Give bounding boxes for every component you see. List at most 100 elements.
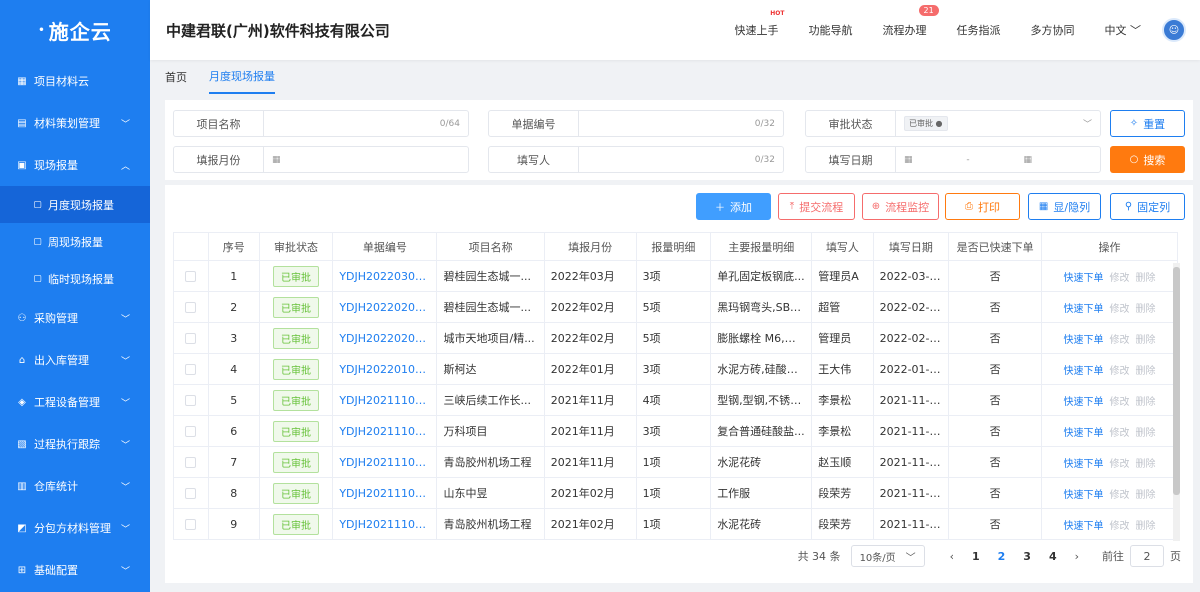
row-select-cell[interactable] [173, 291, 209, 323]
approve-status-select[interactable]: 已审批 ● ﹀ [896, 111, 1100, 136]
edit-link[interactable]: 修改 [1110, 490, 1130, 501]
fill-date-range[interactable]: ▦ - ▦ [896, 147, 1100, 172]
nav-quick-start[interactable]: 快速上手 HOT [735, 10, 785, 38]
row-select-cell[interactable] [173, 477, 209, 509]
delete-link[interactable]: 删除 [1136, 273, 1156, 284]
edit-link[interactable]: 修改 [1110, 335, 1130, 346]
status-chip[interactable]: 已审批 ● [904, 116, 948, 131]
next-page-icon[interactable]: › [1075, 550, 1079, 563]
search-button[interactable]: ○ 搜索 [1110, 146, 1185, 173]
edit-link[interactable]: 修改 [1110, 304, 1130, 315]
doc-no-link[interactable]: YDJH2021110319 [332, 477, 438, 509]
delete-link[interactable]: 删除 [1136, 428, 1156, 439]
doc-no-link[interactable]: YDJH2021110386 [332, 384, 438, 416]
doc-no-link[interactable]: YDJH2021110320 [332, 446, 438, 478]
delete-link[interactable]: 删除 [1136, 490, 1156, 501]
quick-order-link[interactable]: 快速下单 [1064, 366, 1104, 377]
page-number-current[interactable]: 2 [998, 550, 1006, 563]
edit-link[interactable]: 修改 [1110, 521, 1130, 532]
nav-workflow[interactable]: 流程办理 21 [883, 5, 939, 38]
logo[interactable]: • 施企云 [0, 0, 150, 60]
sidebar-item-project-cloud[interactable]: ▦ 项目材料云 [0, 60, 150, 102]
doc-no-link[interactable]: YDJH2021110318 [332, 508, 438, 540]
edit-link[interactable]: 修改 [1110, 428, 1130, 439]
sidebar-subitem-weekly[interactable]: ▢ 周现场报量 [0, 223, 150, 260]
prev-page-icon[interactable]: ‹ [950, 550, 954, 563]
quick-order-link[interactable]: 快速下单 [1064, 459, 1104, 470]
sidebar-subitem-temp[interactable]: ▢ 临时现场报量 [0, 260, 150, 297]
project-name-input[interactable]: 0/64 [264, 111, 468, 136]
language-select[interactable]: 中文 ﹀ [1105, 22, 1142, 38]
sidebar-item-warehouse[interactable]: ▥ 仓库统计 ﹀ [0, 465, 150, 507]
row-checkbox[interactable] [185, 519, 197, 530]
nav-collab[interactable]: 多方协同 [1031, 22, 1075, 38]
row-checkbox[interactable] [185, 488, 197, 499]
scroll-thumb[interactable] [1173, 267, 1180, 495]
row-select-cell[interactable] [173, 260, 209, 292]
quick-order-link[interactable]: 快速下单 [1064, 490, 1104, 501]
edit-link[interactable]: 修改 [1110, 397, 1130, 408]
row-checkbox[interactable] [185, 271, 197, 282]
delete-link[interactable]: 删除 [1136, 304, 1156, 315]
fill-date-field[interactable]: 填写日期 ▦ - ▦ [805, 146, 1101, 173]
tab-monthly-report[interactable]: 月度现场报量 [209, 60, 275, 94]
page-size-select[interactable]: 10条/页 ﹀ [850, 545, 925, 567]
delete-link[interactable]: 删除 [1136, 521, 1156, 532]
sidebar-item-inout[interactable]: ⌂ 出入库管理 ﹀ [0, 339, 150, 381]
doc-no-link[interactable]: YDJH2021110354 [332, 415, 438, 447]
doc-no-link[interactable]: YDJH2022030874 [332, 260, 438, 292]
edit-link[interactable]: 修改 [1110, 273, 1130, 284]
row-select-cell[interactable] [173, 446, 209, 478]
nav-task[interactable]: 任务指派 [957, 22, 1001, 38]
delete-link[interactable]: 删除 [1136, 459, 1156, 470]
table-scrollbar[interactable] [1173, 263, 1180, 541]
report-month-picker[interactable]: ▦ [264, 147, 468, 172]
doc-no-input[interactable]: 0/32 [579, 111, 783, 136]
quick-order-link[interactable]: 快速下单 [1064, 397, 1104, 408]
sidebar-item-config[interactable]: ⊞ 基础配置 ﹀ [0, 549, 150, 591]
sidebar-item-equipment[interactable]: ◈ 工程设备管理 ﹀ [0, 381, 150, 423]
doc-no-link[interactable]: YDJH2022020818 [332, 291, 438, 323]
page-number[interactable]: 1 [972, 550, 980, 563]
row-checkbox[interactable] [185, 333, 197, 344]
page-number[interactable]: 3 [1023, 550, 1031, 563]
row-checkbox[interactable] [185, 364, 197, 375]
sidebar-item-material-plan[interactable]: ▤ 材料策划管理 ﹀ [0, 102, 150, 144]
reset-button[interactable]: ✧ 重置 [1110, 110, 1185, 137]
report-month-field[interactable]: 填报月份 ▦ [173, 146, 469, 173]
quick-order-link[interactable]: 快速下单 [1064, 304, 1104, 315]
filler-field[interactable]: 填写人 0/32 [488, 146, 784, 173]
approve-status-field[interactable]: 审批状态 已审批 ● ﹀ [805, 110, 1101, 137]
quick-order-link[interactable]: 快速下单 [1064, 335, 1104, 346]
fix-columns-button[interactable]: ⚲ 固定列 [1110, 193, 1185, 220]
project-name-field[interactable]: 项目名称 0/64 [173, 110, 469, 137]
row-select-cell[interactable] [173, 384, 209, 416]
row-select-cell[interactable] [173, 508, 209, 540]
submit-workflow-button[interactable]: ⤒ 提交流程 [778, 193, 855, 220]
quick-order-link[interactable]: 快速下单 [1064, 521, 1104, 532]
toggle-columns-button[interactable]: ▦ 显/隐列 [1028, 193, 1101, 220]
page-number[interactable]: 4 [1049, 550, 1057, 563]
add-button[interactable]: ＋ 添加 [696, 193, 771, 220]
sidebar-subitem-monthly[interactable]: ▢ 月度现场报量 [0, 186, 150, 223]
row-checkbox[interactable] [185, 426, 197, 437]
quick-order-link[interactable]: 快速下单 [1064, 428, 1104, 439]
edit-link[interactable]: 修改 [1110, 459, 1130, 470]
tab-home[interactable]: 首页 [165, 61, 187, 93]
row-select-cell[interactable] [173, 322, 209, 354]
avatar[interactable]: ☺ [1162, 18, 1186, 42]
nav-function[interactable]: 功能导航 [809, 22, 853, 38]
sidebar-item-purchase[interactable]: ⚇ 采购管理 ﹀ [0, 297, 150, 339]
sidebar-item-site-report[interactable]: ▣ 现场报量 ︿ [0, 144, 150, 186]
row-checkbox[interactable] [185, 457, 197, 468]
doc-no-field[interactable]: 单据编号 0/32 [488, 110, 784, 137]
print-button[interactable]: ⎙ 打印 [945, 193, 1020, 220]
doc-no-link[interactable]: YDJH2022010807 [332, 353, 438, 385]
row-checkbox[interactable] [185, 302, 197, 313]
quick-order-link[interactable]: 快速下单 [1064, 273, 1104, 284]
edit-link[interactable]: 修改 [1110, 366, 1130, 377]
sidebar-item-subcontract[interactable]: ◩ 分包方材料管理 ﹀ [0, 507, 150, 549]
sidebar-item-tracking[interactable]: ▧ 过程执行跟踪 ﹀ [0, 423, 150, 465]
filler-input[interactable]: 0/32 [579, 147, 783, 172]
workflow-monitor-button[interactable]: ⊕ 流程监控 [862, 193, 939, 220]
